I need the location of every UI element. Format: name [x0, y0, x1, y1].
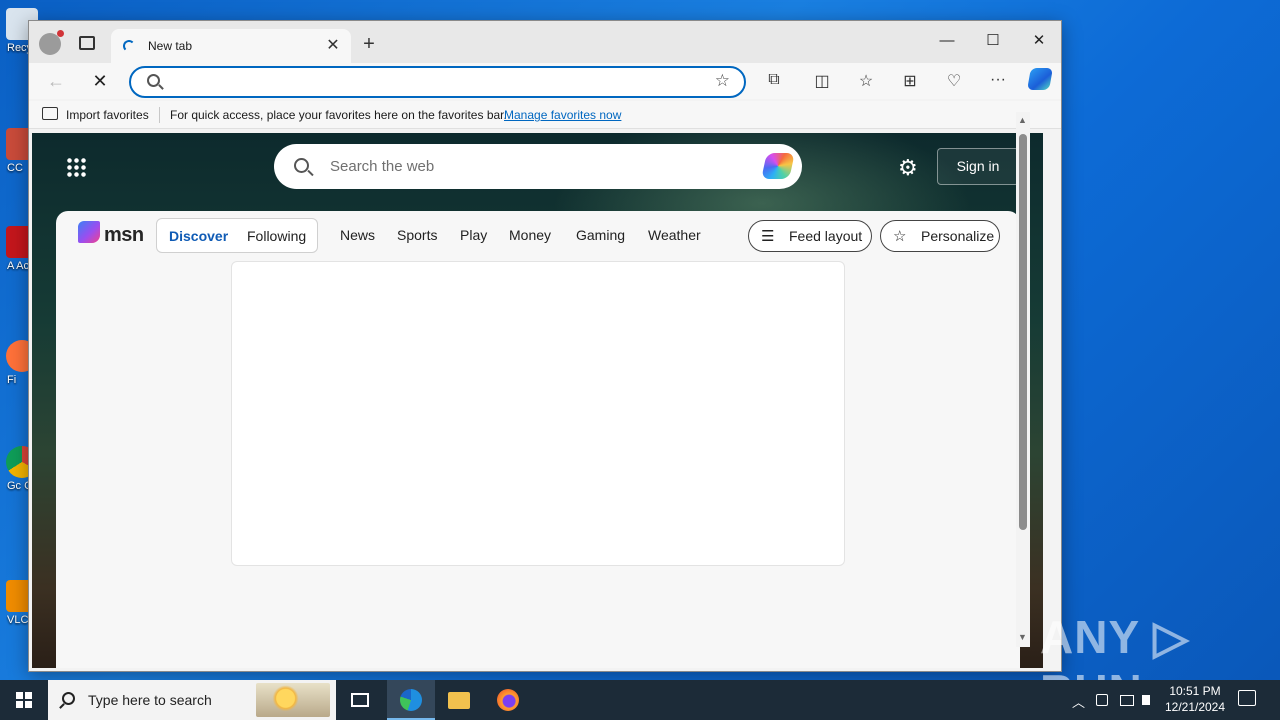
personalize-label: Personalize	[921, 228, 995, 244]
profile-avatar-icon[interactable]	[39, 30, 64, 55]
title-bar: New tab ✕ + — ☐ ✕	[29, 21, 1061, 63]
sign-in-button[interactable]: Sign in	[937, 148, 1019, 185]
search-icon	[147, 74, 160, 87]
import-favorites-icon	[42, 107, 58, 120]
feed-layout-button[interactable]: ☰ Feed layout	[748, 220, 872, 252]
import-favorites-button[interactable]: Import favorites	[66, 108, 149, 122]
manage-favorites-link[interactable]: Manage favorites now	[504, 108, 621, 122]
extensions-icon[interactable]: ⧉	[763, 71, 785, 89]
favorites-bar-hint: For quick access, place your favorites h…	[170, 108, 507, 122]
feed-tab-switcher: Discover Following	[156, 218, 318, 253]
sliders-icon: ☰	[761, 228, 775, 245]
msn-new-tab-page: Search the web ⚙ Sign in msn Discover Fo…	[32, 133, 1043, 668]
tab-following[interactable]: Following	[247, 228, 306, 244]
address-bar[interactable]: ☆	[129, 66, 746, 98]
nav-link-weather[interactable]: Weather	[648, 227, 701, 243]
scroll-down-arrow-icon[interactable]: ▼	[1018, 632, 1027, 642]
taskbar-edge-button[interactable]	[387, 680, 435, 720]
copilot-icon[interactable]	[1027, 68, 1053, 90]
stop-loading-button[interactable]: ✕	[89, 71, 111, 92]
scroll-up-arrow-icon[interactable]: ▲	[1018, 115, 1027, 125]
taskbar: Type here to search ︿ 10:51 PM 12/21/202…	[0, 680, 1280, 720]
edge-icon	[400, 689, 422, 711]
system-clock[interactable]: 10:51 PM 12/21/2024	[1160, 683, 1230, 715]
browser-window: New tab ✕ + — ☐ ✕ ← ✕ ☆ ⧉ ◫ ☆ ⊞ ♡ ··· Im…	[28, 20, 1062, 672]
more-options-icon[interactable]: ···	[987, 71, 1009, 89]
search-icon	[62, 692, 75, 705]
tab-close-icon[interactable]: ✕	[323, 35, 343, 55]
page-scrollbar[interactable]: ▲ ▼	[1016, 112, 1030, 647]
maximize-button[interactable]: ☐	[973, 27, 1013, 55]
minimize-button[interactable]: —	[927, 27, 967, 55]
nav-link-gaming[interactable]: Gaming	[576, 227, 625, 243]
task-view-button[interactable]	[336, 680, 384, 720]
new-tab-button[interactable]: +	[359, 33, 379, 56]
msn-butterfly-icon	[78, 221, 100, 243]
tab-actions-icon[interactable]	[79, 36, 95, 50]
collections-icon[interactable]: ⊞	[899, 71, 921, 91]
file-explorer-icon	[448, 692, 470, 709]
clock-time: 10:51 PM	[1169, 684, 1221, 698]
network-icon[interactable]	[1120, 695, 1134, 706]
device-icon[interactable]	[1096, 694, 1108, 706]
msn-feed: msn Discover Following News Sports Play …	[56, 211, 1020, 668]
personalize-button[interactable]: ☆ Personalize	[880, 220, 1000, 252]
browser-essentials-icon[interactable]: ♡	[943, 71, 965, 91]
split-screen-icon[interactable]: ◫	[811, 71, 833, 91]
loading-spinner-icon	[123, 40, 135, 52]
taskbar-firefox-button[interactable]	[484, 680, 532, 720]
add-favorite-icon[interactable]: ☆	[715, 71, 730, 91]
favorites-divider	[159, 107, 160, 123]
nav-link-sports[interactable]: Sports	[397, 227, 437, 243]
copilot-icon[interactable]	[761, 153, 795, 179]
nav-link-news[interactable]: News	[340, 227, 375, 243]
favorites-icon[interactable]: ☆	[855, 71, 877, 91]
tab-discover[interactable]: Discover	[169, 228, 228, 244]
task-view-icon	[351, 693, 369, 707]
back-button[interactable]: ←	[45, 71, 67, 92]
taskbar-search-box[interactable]: Type here to search	[48, 680, 336, 720]
browser-toolbar: ← ✕ ☆ ⧉ ◫ ☆ ⊞ ♡ ···	[29, 63, 1061, 99]
search-icon	[294, 158, 309, 173]
tab-new-tab[interactable]: New tab ✕	[111, 29, 351, 63]
scrollbar-thumb[interactable]	[1019, 134, 1027, 530]
web-search-box[interactable]: Search the web	[274, 144, 802, 189]
firefox-icon	[497, 689, 519, 711]
nav-link-money[interactable]: Money	[509, 227, 551, 243]
favorites-bar: Import favorites For quick access, place…	[29, 101, 1061, 129]
start-button[interactable]	[0, 680, 48, 720]
search-highlight-image[interactable]	[256, 683, 330, 717]
tray-overflow-chevron-icon[interactable]: ︿	[1072, 692, 1085, 711]
settings-gear-icon[interactable]: ⚙	[898, 155, 918, 181]
app-launcher-icon[interactable]	[66, 157, 86, 177]
clock-date: 12/21/2024	[1164, 700, 1226, 714]
close-window-button[interactable]: ✕	[1019, 27, 1059, 55]
msn-logo-text: msn	[104, 224, 144, 246]
web-search-placeholder: Search the web	[330, 158, 435, 175]
taskbar-search-placeholder: Type here to search	[88, 692, 212, 708]
feed-card-placeholder	[231, 261, 845, 566]
taskbar-file-explorer-button[interactable]	[435, 680, 483, 720]
windows-logo-icon	[16, 692, 32, 708]
feed-layout-label: Feed layout	[789, 228, 863, 244]
tab-title: New tab	[148, 39, 193, 53]
notifications-icon[interactable]	[1238, 690, 1256, 706]
volume-icon[interactable]	[1142, 695, 1150, 705]
personalize-star-icon: ☆	[893, 228, 907, 245]
nav-link-play[interactable]: Play	[460, 227, 487, 243]
